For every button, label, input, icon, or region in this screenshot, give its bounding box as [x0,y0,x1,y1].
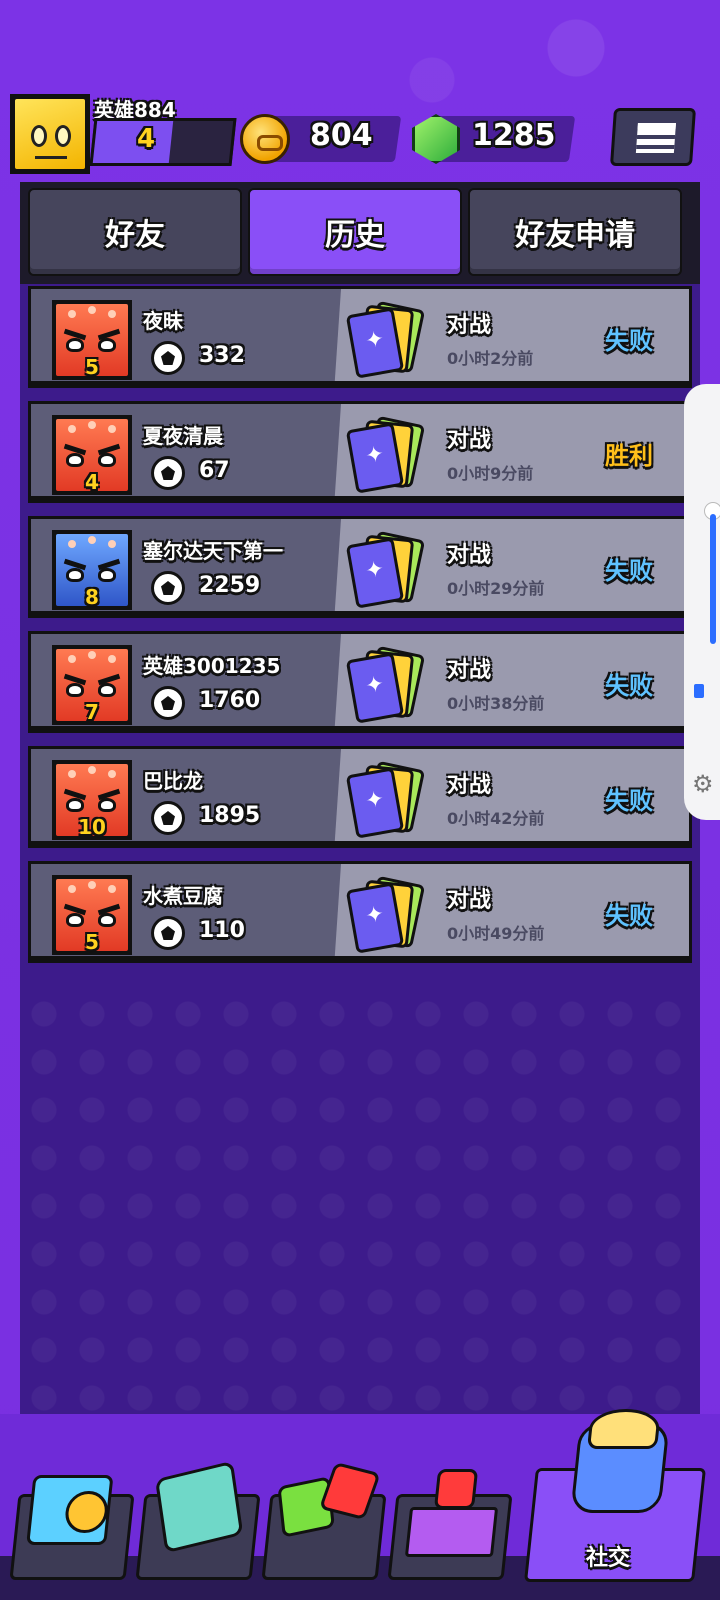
history-row[interactable]: 7 英雄3001235 1760 对战 0小时38分前 失败 [28,631,692,729]
match-time: 0小时38分前 [447,694,545,713]
match-time: 0小时9分前 [447,464,534,483]
match-time: 0小时29分前 [447,579,545,598]
opponent-level: 4 [85,470,99,494]
opponent-level: 5 [85,355,99,379]
opponent-level: 8 [85,585,99,609]
opponent-name: 水煮豆腐 [143,884,223,908]
trophy-icon [151,686,185,720]
trophy-icon [151,801,185,835]
battle-cards-icon [345,760,426,839]
match-type: 对战 [447,543,492,568]
history-row[interactable]: 5 水煮豆腐 110 对战 0小时49分前 失败 [28,861,692,959]
opponent-level: 10 [78,815,106,839]
settings-gear-icon[interactable]: ⚙ [692,770,714,798]
match-time: 0小时49分前 [447,924,545,943]
opponent-name: 巴比龙 [143,769,203,793]
gem-amount: 1285 [472,118,556,153]
opponent-name: 塞尔达天下第一 [143,539,283,563]
match-type: 对战 [447,773,492,798]
history-row[interactable]: 4 夏夜清晨 67 对战 0小时9分前 胜利 [28,401,692,499]
history-row[interactable]: 10 巴比龙 1895 对战 0小时42分前 失败 [28,746,692,844]
opponent-trophies: 110 [199,918,245,943]
battle-cards-icon [345,530,426,609]
battle-cards-icon [345,645,426,724]
match-result: 失败 [605,672,653,700]
nav-battle[interactable] [261,1461,387,1580]
match-time: 0小时42分前 [447,809,545,828]
trophy-icon [151,916,185,950]
battle-cards-icon [345,300,426,379]
trophy-icon [151,571,185,605]
match-result: 失败 [605,327,653,355]
match-result: 失败 [605,557,653,585]
opponent-name: 英雄3001235 [143,654,281,678]
trophy-icon [151,341,185,375]
tab-history[interactable]: 历史 [248,188,462,276]
match-result: 胜利 [605,442,653,470]
history-row[interactable]: 5 夜昧 332 对战 0小时2分前 失败 [28,286,692,384]
nav-mail[interactable] [135,1460,261,1580]
opponent-name: 夏夜清晨 [143,424,223,448]
history-row[interactable]: 8 塞尔达天下第一 2259 对战 0小时29分前 失败 [28,516,692,614]
social-hat-icon [586,1409,662,1449]
match-result: 失败 [605,902,653,930]
opponent-trophies: 2259 [199,573,261,598]
opponent-name: 夜昧 [143,309,183,333]
menu-button[interactable] [609,108,697,166]
match-result: 失败 [605,787,653,815]
battle-cards-icon [345,415,426,494]
player-avatar[interactable] [10,94,90,174]
nav-shop[interactable] [9,1475,135,1580]
match-type: 对战 [447,658,492,683]
player-level: 4 [136,124,156,154]
match-type: 对战 [447,313,492,338]
nav-ranking[interactable] [387,1469,513,1580]
opponent-level: 7 [85,700,99,724]
opponent-trophies: 332 [199,343,245,368]
podium-ranking-icon [404,1507,499,1557]
match-type: 对战 [447,428,492,453]
match-time: 0小时2分前 [447,349,534,368]
coin-amount: 804 [310,118,373,153]
coin-icon [240,114,290,164]
opponent-level: 5 [85,930,99,954]
opponent-trophies: 67 [199,458,230,483]
panel-pattern [20,990,700,1414]
volume-slider-track[interactable] [710,514,716,644]
opponent-trophies: 1895 [199,803,261,828]
trophy-icon [151,456,185,490]
battle-cards-icon [345,875,426,954]
match-type: 对战 [447,888,492,913]
opponent-trophies: 1760 [199,688,261,713]
speaker-icon [694,684,704,698]
hamburger-icon [635,123,676,153]
nav-social-label: 社交 [586,1546,631,1571]
player-avatar-face [15,99,85,169]
crown-hero-icon [433,1469,479,1509]
tab-friends[interactable]: 好友 [28,188,242,276]
volume-overlay[interactable]: ⚙ [684,384,720,820]
tab-friend-requests[interactable]: 好友申请 [468,188,682,276]
